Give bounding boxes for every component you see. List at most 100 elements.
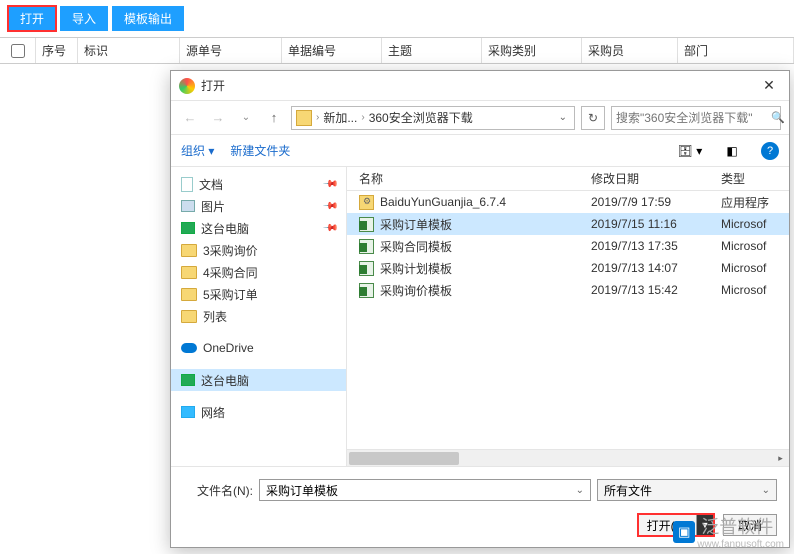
- col-docno[interactable]: 单据编号: [282, 38, 382, 63]
- folder-icon: [181, 288, 197, 301]
- scroll-thumb[interactable]: [349, 452, 459, 465]
- tree-item[interactable]: 3采购询价: [171, 239, 346, 261]
- nav-up-icon[interactable]: ↑: [263, 107, 285, 129]
- file-filter-select[interactable]: 所有文件 ⌄: [597, 479, 777, 501]
- close-button[interactable]: ✕: [757, 77, 781, 94]
- file-date: 2019/7/9 17:59: [591, 195, 721, 209]
- nav-forward-icon[interactable]: →: [207, 107, 229, 129]
- tree-item[interactable]: 这台电脑 📌: [171, 217, 346, 239]
- cancel-button[interactable]: 取消: [723, 514, 777, 536]
- file-type: Microsof: [721, 217, 789, 231]
- nav-back-icon[interactable]: ←: [179, 107, 201, 129]
- open-dropdown-button[interactable]: ▼: [697, 515, 713, 535]
- view-mode-button[interactable]: 🗄 ▾: [677, 140, 703, 162]
- xls-icon: [359, 217, 374, 232]
- scroll-right-icon[interactable]: ▸: [772, 450, 789, 467]
- open-button[interactable]: 打开: [8, 6, 56, 31]
- filename-input[interactable]: 采购订单模板 ⌄: [259, 479, 591, 501]
- template-export-button[interactable]: 模板输出: [112, 6, 184, 31]
- xls-icon: [359, 261, 374, 276]
- search-box[interactable]: 🔍: [611, 106, 781, 130]
- col-flag[interactable]: 标识: [78, 38, 180, 63]
- col-name[interactable]: 名称: [347, 170, 591, 187]
- col-buyer[interactable]: 采购员: [582, 38, 678, 63]
- main-toolbar: 打开 导入 模板输出: [0, 0, 794, 38]
- col-subject[interactable]: 主题: [382, 38, 482, 63]
- open-confirm-button[interactable]: 打开(O): [639, 515, 697, 535]
- preview-pane-button[interactable]: ◧: [719, 140, 745, 162]
- folder-tree[interactable]: 文档 📌 图片📌 这台电脑 📌 3采购询价 4采购合同 5采购订单列表 OneDrive 这台电脑…: [171, 167, 347, 466]
- col-source[interactable]: 源单号: [180, 38, 282, 63]
- file-name: BaiduYunGuanjia_6.7.4: [380, 195, 506, 209]
- tree-item[interactable]: 图片📌: [171, 195, 346, 217]
- app-icon: [179, 78, 195, 94]
- new-folder-button[interactable]: 新建文件夹: [230, 142, 290, 159]
- grid-header: 序号 标识 源单号 单据编号 主题 采购类别 采购员 部门: [0, 38, 794, 64]
- import-button[interactable]: 导入: [60, 6, 108, 31]
- tree-item[interactable]: 文档 📌: [171, 173, 346, 195]
- tree-item-label: 这台电脑: [201, 220, 249, 237]
- pin-icon: 📌: [321, 176, 338, 193]
- tree-item[interactable]: 4采购合同: [171, 261, 346, 283]
- tree-item-label: 3采购询价: [203, 242, 258, 259]
- path-dropdown-icon[interactable]: ⌄: [556, 112, 570, 123]
- tree-item-label: 图片: [201, 198, 225, 215]
- file-row[interactable]: 采购订单模板2019/7/15 11:16Microsof: [347, 213, 789, 235]
- chevron-right-icon: ›: [361, 112, 364, 123]
- tree-item-label: 网络: [201, 404, 225, 421]
- tree-item-label: 文档: [199, 176, 223, 193]
- file-row[interactable]: 采购合同模板2019/7/13 17:35Microsof: [347, 235, 789, 257]
- dialog-command-bar: 组织 ▾ 新建文件夹 🗄 ▾ ◧ ?: [171, 135, 789, 167]
- file-row[interactable]: 采购计划模板2019/7/13 14:07Microsof: [347, 257, 789, 279]
- tree-item-label: 5采购订单: [203, 286, 258, 303]
- open-split-button[interactable]: 打开(O) ▼: [637, 513, 715, 537]
- open-file-dialog: 打开 ✕ ← → ⌄ ↑ › 新加... › 360安全浏览器下载 ⌄ ↻ 🔍 …: [170, 70, 790, 548]
- tree-item[interactable]: 这台电脑: [171, 369, 346, 391]
- file-date: 2019/7/15 11:16: [591, 217, 721, 231]
- dialog-navbar: ← → ⌄ ↑ › 新加... › 360安全浏览器下载 ⌄ ↻ 🔍: [171, 101, 789, 135]
- chevron-right-icon: ›: [316, 112, 319, 123]
- select-all-checkbox[interactable]: [11, 44, 25, 58]
- col-modified[interactable]: 修改日期: [591, 170, 721, 187]
- col-index[interactable]: 序号: [36, 38, 78, 63]
- folder-icon: [181, 310, 197, 323]
- file-row[interactable]: BaiduYunGuanjia_6.7.4 2019/7/9 17:59应用程序: [347, 191, 789, 213]
- pin-icon: 📌: [321, 220, 338, 237]
- file-type: Microsof: [721, 283, 789, 297]
- file-row[interactable]: 采购询价模板2019/7/13 15:42Microsof: [347, 279, 789, 301]
- file-pane: 名称 修改日期 类型 BaiduYunGuanjia_6.7.4 2019/7/9…: [347, 167, 789, 466]
- horizontal-scrollbar[interactable]: ◂ ▸: [347, 449, 789, 466]
- organize-menu[interactable]: 组织 ▾: [181, 142, 214, 159]
- tree-item[interactable]: 网络: [171, 401, 346, 423]
- col-type[interactable]: 类型: [721, 170, 789, 187]
- file-name: 采购计划模板: [380, 260, 452, 277]
- chevron-down-icon[interactable]: ⌄: [576, 485, 584, 496]
- file-type: Microsof: [721, 239, 789, 253]
- filename-label: 文件名(N):: [183, 482, 253, 499]
- search-icon[interactable]: 🔍: [771, 111, 785, 124]
- nav-recent-icon[interactable]: ⌄: [235, 107, 257, 129]
- path-segment[interactable]: 新加...: [323, 109, 357, 126]
- file-date: 2019/7/13 15:42: [591, 283, 721, 297]
- pc-icon: [181, 222, 195, 234]
- folder-icon: [296, 110, 312, 126]
- file-list[interactable]: BaiduYunGuanjia_6.7.4 2019/7/9 17:59应用程序采…: [347, 191, 789, 449]
- refresh-button[interactable]: ↻: [581, 106, 605, 130]
- file-type: 应用程序: [721, 194, 789, 211]
- select-all-cell[interactable]: [0, 38, 36, 63]
- breadcrumb[interactable]: › 新加... › 360安全浏览器下载 ⌄: [291, 106, 575, 130]
- xls-icon: [359, 239, 374, 254]
- chevron-down-icon[interactable]: ⌄: [762, 485, 770, 496]
- tree-item-label: OneDrive: [203, 341, 254, 355]
- col-dept[interactable]: 部门: [678, 38, 794, 63]
- tree-item[interactable]: OneDrive: [171, 337, 346, 359]
- tree-item-label: 4采购合同: [203, 264, 258, 281]
- dialog-title: 打开: [201, 77, 757, 94]
- search-input[interactable]: [616, 111, 771, 125]
- col-category[interactable]: 采购类别: [482, 38, 582, 63]
- net-icon: [181, 406, 195, 418]
- help-button[interactable]: ?: [761, 142, 779, 160]
- tree-item[interactable]: 5采购订单: [171, 283, 346, 305]
- path-segment[interactable]: 360安全浏览器下载: [369, 109, 473, 126]
- tree-item[interactable]: 列表: [171, 305, 346, 327]
